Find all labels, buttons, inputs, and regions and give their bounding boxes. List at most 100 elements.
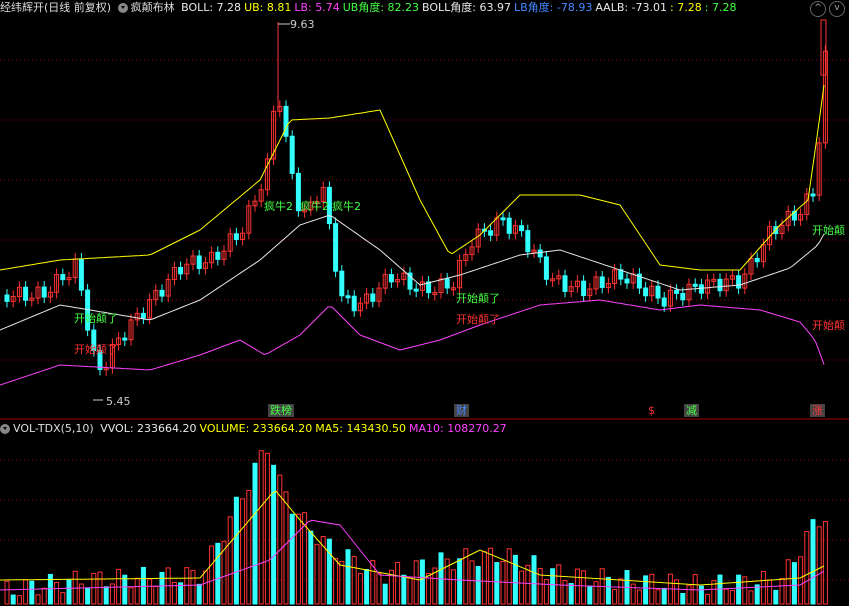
candle-body bbox=[333, 223, 339, 272]
event-tag[interactable]: $ bbox=[646, 404, 657, 417]
volume-bar bbox=[506, 548, 512, 605]
volume-bar bbox=[246, 489, 252, 605]
volume-bar bbox=[655, 589, 661, 605]
candle-body bbox=[736, 275, 742, 289]
volume-bar bbox=[488, 547, 494, 605]
event-tag[interactable]: 减 bbox=[684, 404, 699, 417]
volume-bar bbox=[810, 519, 816, 605]
candle-body bbox=[599, 276, 605, 288]
volume-bar bbox=[128, 587, 134, 605]
volume-bar bbox=[60, 592, 66, 605]
candle-body bbox=[692, 283, 698, 287]
candle-body bbox=[661, 297, 667, 307]
volume-bar bbox=[289, 513, 295, 605]
volume-bar bbox=[649, 573, 655, 605]
volume-bar bbox=[196, 583, 202, 605]
volume-values: VVOL: 233664.20 VOLUME: 233664.20 MA5: 143… bbox=[100, 422, 510, 435]
volume-bar bbox=[773, 589, 779, 605]
volume-bar bbox=[140, 566, 146, 605]
candle-body bbox=[388, 274, 394, 283]
volume-bar bbox=[78, 583, 84, 605]
volume-bar bbox=[562, 580, 568, 605]
volume-bar bbox=[457, 558, 463, 605]
candle-body bbox=[506, 217, 512, 234]
volume-bar bbox=[568, 583, 574, 605]
signal-label-green: 开始颠 bbox=[812, 224, 845, 237]
volume-bar bbox=[525, 564, 531, 605]
volume-bar bbox=[209, 545, 215, 605]
event-tag[interactable]: 跌榜 bbox=[268, 404, 294, 417]
volume-bar bbox=[29, 580, 35, 605]
volume-bar bbox=[159, 571, 165, 605]
volume-bar bbox=[729, 589, 735, 605]
candle-body bbox=[643, 287, 649, 297]
volume-bar bbox=[16, 595, 22, 605]
volume-bar bbox=[748, 590, 754, 605]
candle-body bbox=[444, 278, 450, 289]
volume-bar bbox=[35, 594, 41, 605]
signal-label-red: 开始颠 bbox=[812, 319, 845, 332]
volume-bar bbox=[736, 574, 742, 605]
volume-bar bbox=[407, 576, 413, 605]
volume-bar bbox=[227, 516, 233, 605]
volume-bar bbox=[233, 496, 239, 605]
kline-chart[interactable] bbox=[0, 0, 849, 606]
candle-body bbox=[196, 255, 202, 269]
volume-bar bbox=[134, 577, 140, 605]
candle-body bbox=[680, 292, 686, 301]
volume-bar bbox=[395, 561, 401, 605]
signal-label-red: 开始颠了 bbox=[74, 343, 118, 356]
candle-body bbox=[215, 251, 221, 260]
candle-body bbox=[233, 233, 239, 240]
volume-bar bbox=[494, 562, 500, 605]
volume-bar bbox=[550, 568, 556, 605]
event-tag[interactable]: 涨 bbox=[810, 404, 825, 417]
candle-body bbox=[562, 275, 568, 292]
volume-bar bbox=[215, 542, 221, 605]
candle-body bbox=[810, 193, 816, 197]
volume-dropdown-icon[interactable] bbox=[0, 424, 10, 434]
volume-bar bbox=[97, 571, 103, 605]
volume-bar bbox=[816, 526, 822, 605]
volume-bar bbox=[271, 464, 277, 605]
volume-bar bbox=[153, 585, 159, 605]
volume-bar bbox=[698, 585, 704, 605]
volume-bar bbox=[680, 593, 686, 605]
low-price-label: 5.45 bbox=[106, 395, 131, 408]
volume-bar bbox=[264, 452, 270, 605]
volume-bar bbox=[531, 555, 537, 605]
volume-bar bbox=[122, 574, 128, 605]
volume-bar bbox=[791, 562, 797, 605]
candle-body bbox=[78, 258, 84, 291]
volume-bar bbox=[252, 462, 258, 605]
volume-bar bbox=[760, 570, 766, 605]
signal-label-green: 开始颠了 bbox=[456, 292, 500, 305]
volume-bar bbox=[612, 588, 618, 605]
event-tag[interactable]: 财 bbox=[454, 404, 469, 417]
volume-bar bbox=[401, 574, 407, 605]
candle-body bbox=[537, 249, 543, 258]
volume-bar bbox=[23, 579, 29, 605]
volume-bar bbox=[469, 560, 475, 605]
volume-bar bbox=[326, 538, 332, 605]
volume-bar bbox=[593, 581, 599, 605]
volume-bar bbox=[339, 560, 345, 605]
candle-body bbox=[698, 284, 704, 294]
candle-body bbox=[159, 289, 165, 297]
volume-bar bbox=[686, 584, 692, 605]
volume-bar bbox=[10, 594, 16, 605]
volume-value: VVOL: 233664.20 bbox=[100, 422, 197, 435]
volume-bar bbox=[742, 576, 748, 605]
volume-indicator-name[interactable]: VOL-TDX(5,10) bbox=[13, 422, 94, 435]
volume-bar bbox=[618, 578, 624, 605]
volume-bar bbox=[54, 582, 60, 605]
volume-bar bbox=[767, 579, 773, 605]
volume-bar bbox=[500, 561, 506, 605]
volume-bar bbox=[692, 574, 698, 605]
volume-bar bbox=[258, 450, 264, 605]
volume-bar bbox=[376, 573, 382, 605]
volume-bar bbox=[190, 569, 196, 605]
volume-bar bbox=[413, 560, 419, 605]
volume-bar bbox=[723, 588, 729, 605]
volume-bar bbox=[364, 569, 370, 605]
